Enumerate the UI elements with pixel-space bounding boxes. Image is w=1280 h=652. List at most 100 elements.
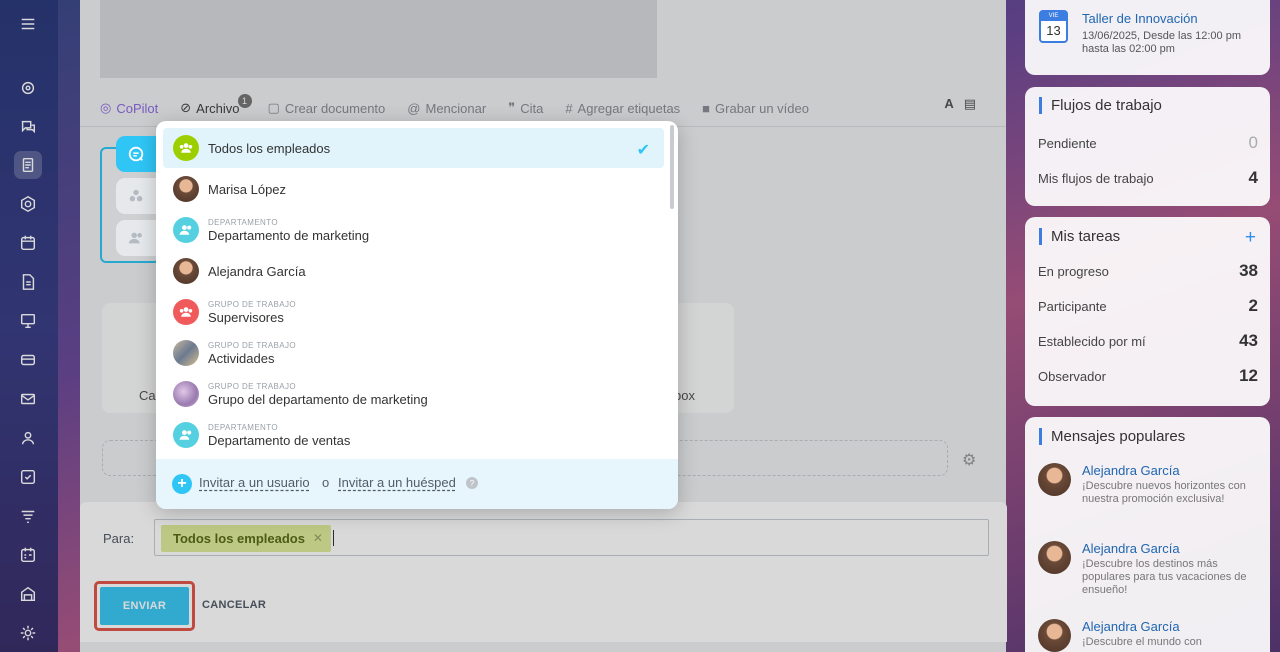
add-task-icon[interactable]: +	[1245, 227, 1256, 249]
recipient-composer: Para: Todos los empleados ✕ ENVIAR CANCE…	[80, 502, 1007, 642]
feed-icon[interactable]	[14, 151, 42, 179]
recipient-dropdown: Todos los empleados ✔ Marisa López DEPAR…	[156, 121, 678, 509]
gear-icon[interactable]: ⚙	[962, 450, 976, 470]
workgroup-icon	[173, 299, 199, 325]
selector-tabs	[116, 136, 156, 256]
chat-icon[interactable]	[14, 113, 42, 141]
message-item[interactable]: Alejandra García ¡Descubre nuevos horizo…	[1038, 463, 1258, 533]
card-icon[interactable]	[14, 346, 42, 374]
task-row[interactable]: Establecido por mí 43	[1038, 331, 1258, 351]
row-count: 43	[1239, 331, 1258, 350]
font-format-button[interactable]: A	[944, 96, 953, 112]
recipient-chip-label: Todos los empleados	[173, 531, 305, 546]
dropdown-scrollbar[interactable]	[670, 125, 674, 209]
tab-departments[interactable]	[116, 178, 156, 214]
menu-icon[interactable]	[14, 10, 42, 38]
file-label: Archivo	[196, 100, 240, 116]
list-item[interactable]: Alejandra García	[163, 251, 664, 291]
list-item[interactable]: Marisa López	[163, 169, 664, 209]
board-icon[interactable]	[14, 307, 42, 335]
schedule-icon[interactable]	[14, 541, 42, 569]
list-item[interactable]: GRUPO DE TRABAJO Actividades	[163, 333, 664, 373]
recipient-input[interactable]: Todos los empleados ✕	[154, 519, 989, 556]
hash-icon: #	[565, 100, 573, 116]
file-count-badge: 1	[237, 94, 252, 108]
user-avatar	[1038, 619, 1071, 652]
row-count: 0	[1248, 133, 1258, 152]
list-item-name: Marisa López	[208, 181, 287, 197]
message-text: ¡Descubre los destinos más populares par…	[1082, 558, 1247, 596]
event-weekday: VIE	[1041, 12, 1066, 21]
list-item[interactable]: DEPARTAMENTO Departamento de ventas	[163, 415, 664, 455]
department-icon	[173, 422, 199, 448]
groups-icon	[129, 189, 143, 202]
event-widget[interactable]: VIE 13 Taller de Innovación 13/06/2025, …	[1025, 0, 1270, 75]
message-author[interactable]: Alejandra García	[1082, 619, 1180, 634]
workflow-row[interactable]: Pendiente 0	[1038, 133, 1258, 153]
quote-icon: ❞	[508, 100, 516, 115]
workflow-row[interactable]: Mis flujos de trabajo 4	[1038, 168, 1258, 188]
send-button[interactable]: ENVIAR	[100, 587, 189, 625]
task-row[interactable]: En progreso 38	[1038, 261, 1258, 281]
search-chat-icon	[128, 146, 144, 162]
record-video-button[interactable]: ■ Grabar un vídeo	[702, 101, 809, 116]
quote-button[interactable]: ❞ Cita	[508, 100, 543, 116]
tab-recent[interactable]	[116, 136, 156, 172]
panel-toggle-icon[interactable]: ▤	[964, 96, 976, 112]
event-title[interactable]: Taller de Innovación	[1082, 11, 1198, 26]
mention-label: Mencionar	[425, 100, 487, 116]
help-icon[interactable]: ?	[466, 477, 478, 489]
list-item[interactable]: GRUPO DE TRABAJO Supervisores	[163, 292, 664, 332]
create-document-label: Crear documento	[284, 100, 386, 116]
recipient-chip[interactable]: Todos los empleados ✕	[161, 525, 331, 552]
row-count: 4	[1248, 168, 1258, 187]
task-row[interactable]: Participante 2	[1038, 296, 1258, 316]
message-item[interactable]: Alejandra García ¡Descubre el mundo con	[1038, 619, 1258, 652]
message-item[interactable]: Alejandra García ¡Descubre los destinos …	[1038, 541, 1258, 611]
task-row[interactable]: Observador 12	[1038, 366, 1258, 386]
copilot-label: CoPilot	[116, 100, 159, 116]
cancel-button[interactable]: CANCELAR	[202, 599, 266, 611]
text-caret	[333, 530, 334, 546]
store-icon[interactable]	[14, 580, 42, 608]
users-icon[interactable]	[14, 424, 42, 452]
copilot-nav-icon[interactable]	[14, 74, 42, 102]
workflows-widget: Flujos de trabajo Pendiente 0 Mis flujos …	[1025, 87, 1270, 206]
plus-icon[interactable]: +	[172, 474, 192, 494]
row-label: En progreso	[1038, 263, 1109, 279]
list-item-text: Todos los empleados	[208, 141, 330, 156]
file-button[interactable]: ⊘ Archivo 1	[180, 94, 252, 116]
tasks-title: Mis tareas	[1039, 228, 1120, 245]
popular-messages-title: Mensajes populares	[1039, 428, 1185, 445]
list-item[interactable]: DEPARTAMENTO Departamento de marketing	[163, 210, 664, 250]
invite-user-link[interactable]: Invitar a un usuario	[199, 475, 310, 490]
invite-guest-link[interactable]: Invitar a un huésped	[338, 475, 456, 490]
create-document-button[interactable]: ▢ Crear documento	[268, 100, 386, 116]
message-author[interactable]: Alejandra García	[1082, 463, 1180, 478]
event-day: 13	[1046, 23, 1061, 38]
chip-remove-icon[interactable]: ✕	[313, 531, 323, 545]
check-icon: ✔	[636, 142, 650, 159]
tags-button[interactable]: # Agregar etiquetas	[565, 101, 680, 116]
list-item[interactable]: GRUPO DE TRABAJO Grupo del departamento d…	[163, 374, 664, 414]
list-item-text: GRUPO DE TRABAJO Actividades	[208, 341, 296, 366]
list-item-text: GRUPO DE TRABAJO Grupo del departamento d…	[208, 382, 428, 407]
calendar-date-icon: VIE 13	[1039, 10, 1068, 43]
row-label: Establecido por mí	[1038, 333, 1146, 349]
message-author[interactable]: Alejandra García	[1082, 541, 1180, 556]
mention-button[interactable]: @ Mencionar	[407, 101, 486, 116]
list-item[interactable]: Todos los empleados ✔	[163, 128, 664, 168]
tasks-icon[interactable]	[14, 463, 42, 491]
settings-icon[interactable]	[14, 619, 42, 647]
mail-icon[interactable]	[14, 385, 42, 413]
tab-users[interactable]	[116, 220, 156, 256]
department-icon	[173, 217, 199, 243]
document-icon[interactable]	[14, 268, 42, 296]
filter-icon[interactable]	[14, 502, 42, 530]
copilot-button[interactable]: ◎ CoPilot	[100, 100, 158, 116]
hexagon-icon[interactable]	[14, 190, 42, 218]
dropdown-footer: + Invitar a un usuario o Invitar a un hu…	[156, 459, 678, 509]
or-text: o	[322, 475, 330, 490]
calendar-icon[interactable]	[14, 229, 42, 257]
list-item-name: Departamento de ventas	[208, 432, 351, 448]
